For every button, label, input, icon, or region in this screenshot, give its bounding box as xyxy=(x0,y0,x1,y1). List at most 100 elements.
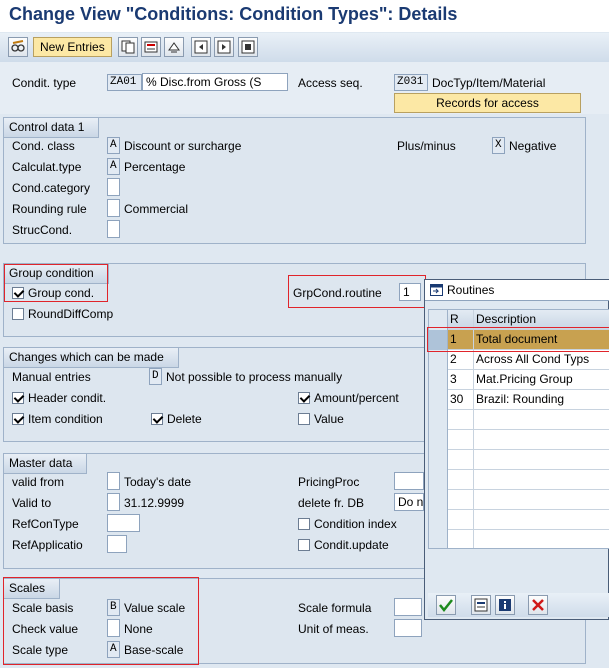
row-selector xyxy=(429,450,448,470)
row-selector[interactable] xyxy=(429,370,448,390)
ref-application-label: RefApplicatio xyxy=(12,538,83,552)
close-icon xyxy=(532,599,544,611)
valid-from-field[interactable] xyxy=(107,472,120,490)
valid-to-description: 31.12.9999 xyxy=(124,496,185,510)
calc-type-field[interactable]: A xyxy=(107,158,120,175)
checkmark-icon xyxy=(439,599,453,612)
group-cond-highlight xyxy=(4,264,108,302)
refcon-type-label: RefConType xyxy=(12,517,79,531)
manual-entries-description: Not possible to process manually xyxy=(166,370,343,384)
empty-table-row xyxy=(429,430,609,450)
cond-category-field[interactable] xyxy=(107,178,120,196)
table-row[interactable]: 3 Mat.Pricing Group xyxy=(429,370,609,390)
rounding-rule-description: Commercial xyxy=(124,202,189,216)
empty-table-row xyxy=(429,490,609,510)
manual-entries-field[interactable]: D xyxy=(149,368,162,385)
item-condition-checkbox[interactable] xyxy=(12,413,24,425)
display-change-button[interactable] xyxy=(8,37,28,57)
condition-index-checkbox[interactable] xyxy=(298,518,310,530)
delete-from-db-field[interactable]: Do n xyxy=(394,493,424,511)
delete-from-db-label: delete fr. DB xyxy=(298,496,365,510)
empty-cell xyxy=(448,490,474,510)
empty-cell xyxy=(448,470,474,490)
rounding-rule-label: Rounding rule xyxy=(12,202,87,216)
condit-update-checkbox[interactable] xyxy=(298,539,310,551)
round-diff-label: RoundDiffComp xyxy=(28,307,114,321)
delete-button[interactable] xyxy=(141,37,161,57)
empty-cell xyxy=(448,530,474,548)
pricing-proc-label: PricingProc xyxy=(298,475,360,489)
calc-type-description: Percentage xyxy=(124,160,186,174)
routines-popup: Routines R Description 1 Total document … xyxy=(424,279,609,620)
empty-cell xyxy=(448,450,474,470)
table-row[interactable]: 30 Brazil: Rounding xyxy=(429,390,609,410)
scale-formula-label: Scale formula xyxy=(298,601,372,615)
cond-class-field[interactable]: A xyxy=(107,137,120,154)
routine-description-cell: Brazil: Rounding xyxy=(476,392,565,406)
access-seq-label: Access seq. xyxy=(298,76,363,90)
copy-as-button[interactable] xyxy=(118,37,138,57)
ref-application-field[interactable] xyxy=(107,535,127,553)
condit-type-description: % Disc.from Gross (S xyxy=(142,73,288,91)
round-diff-checkbox[interactable] xyxy=(12,308,24,320)
header-condit-checkbox[interactable] xyxy=(12,392,24,404)
value-label: Value xyxy=(314,412,344,426)
cancel-button[interactable] xyxy=(528,595,548,615)
empty-table-row xyxy=(429,510,609,530)
empty-table-row xyxy=(429,530,609,548)
empty-table-row xyxy=(429,410,609,430)
row-selector[interactable] xyxy=(429,350,448,370)
records-for-access-button[interactable]: Records for access xyxy=(394,93,581,113)
pricing-proc-field[interactable] xyxy=(394,472,424,490)
empty-cell xyxy=(448,430,474,450)
continue-button[interactable] xyxy=(436,595,456,615)
table-row[interactable]: 2 Across All Cond Typs xyxy=(429,350,609,370)
routine-description-cell: Mat.Pricing Group xyxy=(476,372,573,386)
info-button[interactable] xyxy=(495,595,515,615)
row-selector[interactable] xyxy=(429,390,448,410)
refcon-type-field[interactable] xyxy=(107,514,140,532)
application-toolbar: New Entries xyxy=(0,33,609,63)
unit-of-measure-field[interactable] xyxy=(394,619,422,637)
select-button[interactable] xyxy=(471,595,491,615)
title-bar: Change View "Conditions: Condition Types… xyxy=(0,0,609,32)
item-condition-label: Item condition xyxy=(28,412,103,426)
select-block-icon xyxy=(241,40,255,54)
rounding-rule-field[interactable] xyxy=(107,199,120,217)
row-selector xyxy=(429,490,448,510)
struc-cond-label: StrucCond. xyxy=(12,223,73,237)
valid-from-label: valid from xyxy=(12,475,65,489)
routine-number-cell: 2 xyxy=(448,350,474,370)
glasses-pencil-icon xyxy=(11,40,25,52)
new-entries-button[interactable]: New Entries xyxy=(33,37,112,57)
previous-page-icon xyxy=(194,40,208,54)
row-selector xyxy=(429,530,448,548)
routines-popup-titlebar: Routines xyxy=(425,280,609,301)
valid-from-description: Today's date xyxy=(124,475,192,489)
header-condit-label: Header condit. xyxy=(28,391,107,405)
scale-formula-field[interactable] xyxy=(394,598,422,616)
plus-minus-description: Negative xyxy=(509,139,557,153)
cond-class-description: Discount or surcharge xyxy=(124,139,242,153)
struc-cond-field[interactable] xyxy=(107,220,120,238)
delete-checkbox[interactable] xyxy=(151,413,163,425)
row-selector xyxy=(429,430,448,450)
undo-change-button[interactable] xyxy=(164,37,184,57)
access-seq-description: DocTyp/Item/Material xyxy=(432,76,546,90)
info-icon xyxy=(499,599,511,611)
condit-type-field[interactable]: ZA01 xyxy=(107,74,142,91)
value-checkbox[interactable] xyxy=(298,413,310,425)
scales-highlight xyxy=(3,577,199,665)
popup-button-bar xyxy=(428,593,609,617)
condition-index-label: Condition index xyxy=(314,517,397,531)
access-seq-field[interactable]: Z031 xyxy=(394,74,428,91)
amount-percent-checkbox[interactable] xyxy=(298,392,310,404)
row-selector xyxy=(429,410,448,430)
select-all-button[interactable] xyxy=(238,37,258,57)
changes-title: Changes which can be made xyxy=(4,348,179,368)
valid-to-field[interactable] xyxy=(107,493,120,511)
previous-entry-button[interactable] xyxy=(191,37,211,57)
next-entry-button[interactable] xyxy=(214,37,234,57)
routine-description-cell: Across All Cond Typs xyxy=(476,352,590,366)
plus-minus-field[interactable]: X xyxy=(492,137,505,154)
